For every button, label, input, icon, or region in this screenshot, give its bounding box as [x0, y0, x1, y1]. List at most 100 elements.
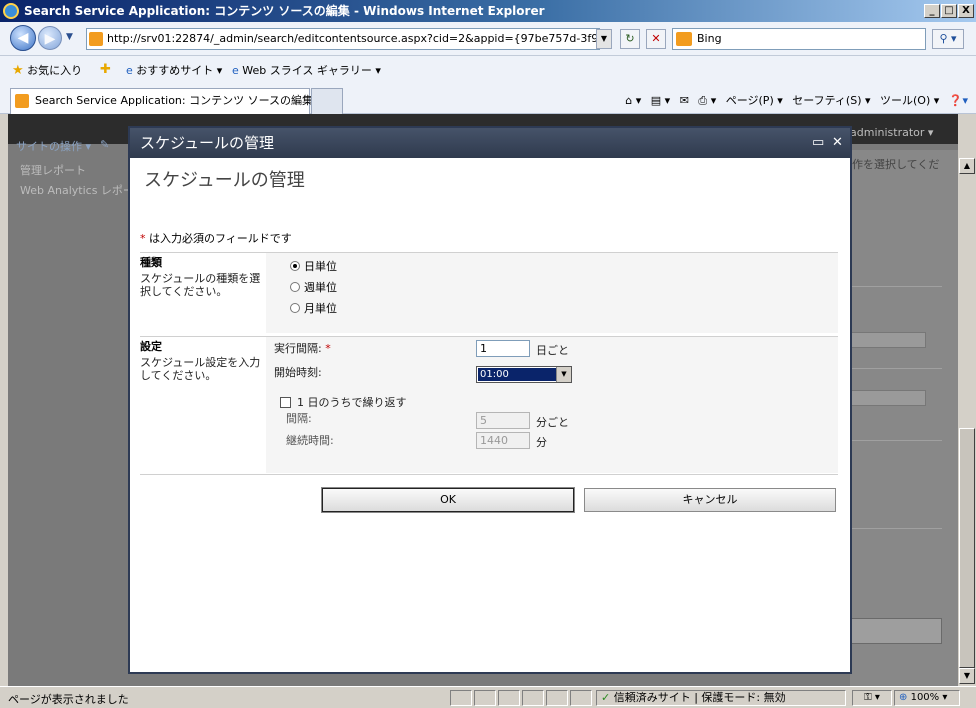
settings-section-description: スケジュール設定を入力してください。 — [140, 356, 261, 382]
home-icon[interactable]: ⌂ ▾ — [625, 94, 641, 107]
repeat-checkbox-box[interactable] — [280, 397, 291, 408]
start-time-label: 開始時刻: — [274, 366, 322, 379]
address-toolbar: ◀ ▶ ▼ http://srv01:22874/_admin/search/e… — [0, 22, 976, 56]
add-favorite-icon[interactable]: ✚ — [100, 62, 111, 77]
divider — [850, 368, 942, 369]
window-title: Search Service Application: コンテンツ ソースの編集… — [24, 4, 545, 18]
page-scrollbar[interactable]: ▲ ▼ — [958, 156, 976, 686]
window-title-bar: Search Service Application: コンテンツ ソースの編集… — [0, 0, 976, 22]
favorites-star-icon: ★ — [12, 63, 24, 78]
status-segment — [450, 690, 472, 706]
security-zone[interactable]: ✓ 信頼済みサイト | 保護モード: 無効 — [596, 690, 846, 706]
feeds-icon[interactable]: ▤ ▾ — [651, 94, 670, 107]
cancel-button[interactable]: キャンセル — [584, 488, 836, 512]
required-note: * は入力必須のフィールドです — [140, 232, 292, 245]
type-section-title: 種類 — [140, 256, 162, 269]
divider — [850, 528, 942, 529]
scroll-up-icon[interactable]: ▲ — [959, 158, 975, 174]
safety-menu[interactable]: セーフティ(S) ▾ — [792, 94, 870, 107]
maximize-button[interactable]: □ — [941, 4, 957, 18]
address-input[interactable]: http://srv01:22874/_admin/search/editcon… — [86, 28, 600, 50]
user-menu: administrator ▾ — [850, 126, 934, 139]
print-icon[interactable]: ⎙ ▾ — [698, 94, 716, 107]
forward-button[interactable]: ▶ — [38, 26, 62, 50]
help-icon[interactable]: ❓▾ — [949, 94, 968, 107]
minimize-button[interactable]: _ — [924, 4, 940, 18]
status-segment — [474, 690, 496, 706]
ie-page-icon: e — [126, 64, 133, 77]
site-actions-menu: サイトの操作 ▾ — [16, 140, 92, 153]
scroll-thumb[interactable] — [959, 428, 975, 668]
dialog-title-bar: スケジュールの管理 ▭ ✕ — [130, 128, 850, 158]
tools-menu[interactable]: ツール(O) ▾ — [880, 94, 939, 107]
interval-input[interactable]: 1 — [476, 340, 530, 357]
right-hint-text: 作を選択してくだ — [852, 158, 940, 171]
radio-monthly-indicator[interactable] — [290, 303, 300, 313]
radio-weekly-indicator[interactable] — [290, 282, 300, 292]
web-slice-gallery-link[interactable]: e Web スライス ギャラリー ▾ — [232, 62, 381, 78]
ie-logo-icon — [3, 3, 19, 19]
zoom-control[interactable]: ⊕ 100% ▾ — [894, 690, 960, 706]
page-menu[interactable]: ページ(P) ▾ — [726, 94, 783, 107]
radio-monthly[interactable]: 月単位 — [290, 300, 337, 316]
nav-web-analytics: Web Analytics レポー — [20, 184, 134, 197]
dialog-close-icon[interactable]: ✕ — [832, 128, 843, 158]
lock-icon: ⚿ ▾ — [864, 692, 880, 703]
type-section-description: スケジュールの種類を選択してください。 — [140, 272, 261, 298]
status-message: ページが表示されました — [8, 693, 129, 706]
scroll-down-icon[interactable]: ▼ — [959, 668, 975, 684]
status-segment — [522, 690, 544, 706]
bing-logo-icon — [676, 32, 692, 46]
settings-section-title: 設定 — [140, 340, 162, 353]
mail-icon[interactable]: ✉ — [680, 94, 689, 107]
refresh-icon[interactable]: ↻ — [620, 29, 640, 49]
interval-label: 実行間隔: * — [274, 342, 331, 355]
back-button[interactable]: ◀ — [10, 25, 36, 51]
right-pane — [850, 150, 958, 686]
search-button[interactable]: ⚲ ▾ — [932, 29, 964, 49]
background-select — [850, 332, 926, 348]
checkmark-icon: ✓ — [601, 691, 611, 704]
zoom-icon: ⊕ — [899, 692, 908, 703]
search-input[interactable]: Bing — [672, 28, 926, 50]
ok-button[interactable]: OK — [321, 487, 575, 513]
chevron-down-icon[interactable]: ▼ — [556, 367, 571, 382]
duration-input[interactable]: 1440 — [476, 432, 530, 449]
edit-page-icon: ✎ — [100, 138, 110, 151]
repeat-interval-unit: 分ごと — [536, 416, 569, 429]
protected-mode-toggle[interactable]: ⚿ ▾ — [852, 690, 892, 706]
radio-weekly[interactable]: 週単位 — [290, 279, 337, 295]
background-select — [850, 390, 926, 406]
duration-label: 継続時間: — [286, 434, 334, 447]
suggested-sites-link[interactable]: e おすすめサイト ▾ — [126, 62, 222, 78]
sharepoint-favicon-icon — [15, 94, 29, 108]
divider — [850, 440, 942, 441]
command-bar: ⌂ ▾ ▤ ▾ ✉ ⎙ ▾ ページ(P) ▾ セーフティ(S) ▾ ツール(O)… — [619, 92, 968, 108]
tab-edit-content-source[interactable]: Search Service Application: コンテンツ ソースの編集 — [10, 88, 313, 114]
start-time-value: 01:00 — [478, 368, 556, 381]
close-window-button[interactable]: X — [958, 4, 974, 18]
history-dropdown-icon[interactable]: ▼ — [66, 32, 73, 42]
dialog-maximize-icon[interactable]: ▭ — [812, 128, 824, 158]
status-bar: ページが表示されました ✓ 信頼済みサイト | 保護モード: 無効 ⚿ ▾ ⊕ … — [0, 686, 976, 708]
favorites-button[interactable]: ★ お気に入り — [12, 62, 82, 78]
repeat-interval-label: 間隔: — [286, 412, 312, 425]
repeat-interval-input[interactable]: 5 — [476, 412, 530, 429]
new-tab-button[interactable] — [311, 88, 343, 114]
address-dropdown-icon[interactable]: ▼ — [596, 29, 612, 49]
nav-admin-reports: 管理レポート — [20, 164, 86, 177]
duration-unit: 分 — [536, 436, 547, 449]
repeat-checkbox[interactable]: 1 日のうちで繰り返す — [280, 394, 407, 410]
divider — [850, 286, 942, 287]
status-segment — [570, 690, 592, 706]
status-segment — [498, 690, 520, 706]
dialog-title: スケジュールの管理 — [140, 134, 274, 152]
radio-daily[interactable]: 日単位 — [290, 258, 337, 274]
radio-daily-indicator[interactable] — [290, 261, 300, 271]
start-time-select[interactable]: 01:00 ▼ — [476, 366, 572, 383]
background-button — [850, 618, 942, 644]
stop-icon[interactable]: ✕ — [646, 29, 666, 49]
section-divider — [140, 474, 838, 475]
interval-unit: 日ごと — [536, 344, 569, 357]
type-panel — [266, 253, 838, 333]
